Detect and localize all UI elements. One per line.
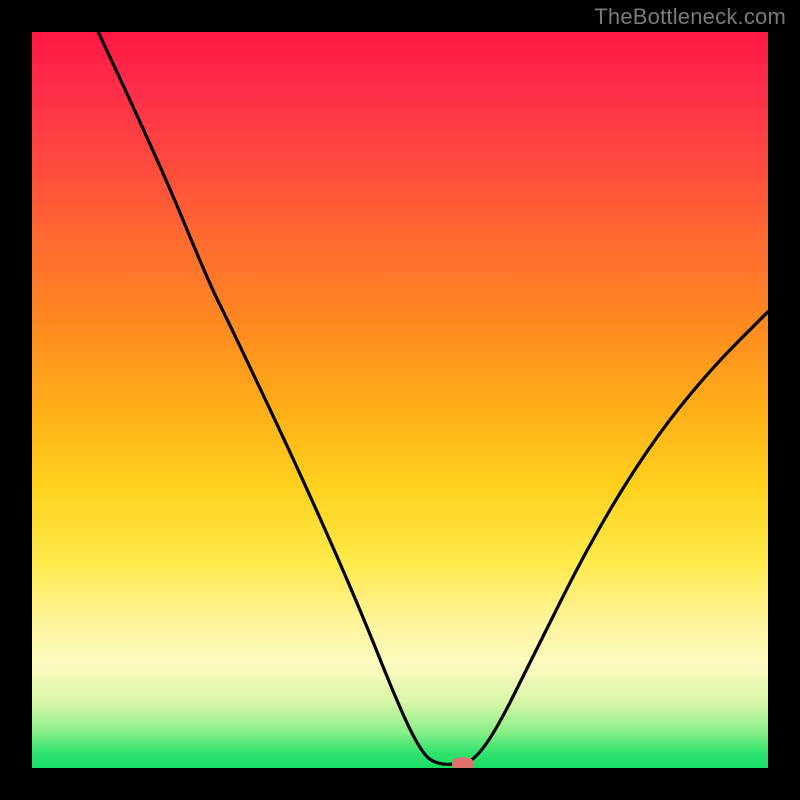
- optimal-point-marker: [452, 758, 474, 768]
- watermark-text: TheBottleneck.com: [594, 4, 786, 30]
- bottleneck-curve: [32, 32, 768, 768]
- plot-area: [32, 32, 768, 768]
- chart-frame: TheBottleneck.com: [0, 0, 800, 800]
